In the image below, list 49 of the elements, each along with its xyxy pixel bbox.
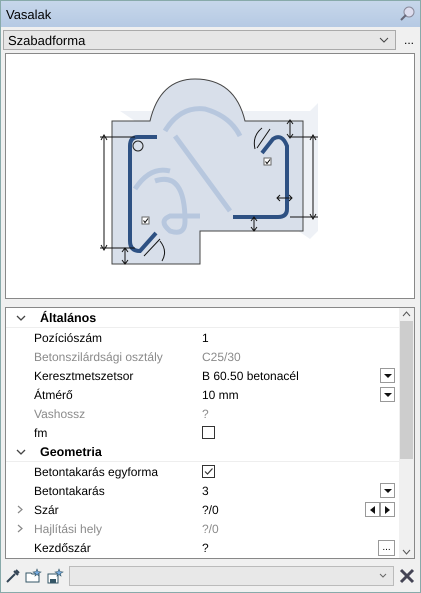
property-label: Kezdőszár: [34, 540, 92, 554]
property-label: Vashossz: [34, 406, 86, 420]
previous-button[interactable]: [365, 502, 380, 517]
caret-icon: [384, 488, 392, 492]
save-icon[interactable]: [47, 568, 65, 584]
property-value: ?: [202, 540, 209, 554]
caret-icon: [384, 374, 392, 378]
expand-chevron-icon[interactable]: [16, 505, 24, 514]
dropdown-button[interactable]: [380, 368, 395, 383]
property-label: Betontakarás egyforma: [34, 464, 160, 478]
scrollbar[interactable]: [399, 308, 414, 558]
section-title: Geometria: [40, 444, 102, 458]
property-label: fm: [34, 426, 48, 440]
section-title: Általános: [40, 310, 96, 324]
left-triangle-icon: [370, 506, 375, 514]
property-value: ?/0: [202, 522, 219, 536]
collapse-chevron-icon[interactable]: [16, 448, 26, 456]
shape-dropdown[interactable]: Szabadforma: [3, 30, 396, 50]
collapse-chevron-icon[interactable]: [16, 314, 26, 322]
chevron-down-icon: [379, 573, 387, 578]
property-label: Pozíciószám: [34, 330, 104, 344]
property-label: Betontakarás: [34, 484, 106, 498]
property-value: ?: [202, 406, 209, 420]
property-value: B 60.50 betonacél: [202, 368, 299, 382]
scroll-down-icon[interactable]: [402, 549, 411, 555]
property-value: 3: [202, 484, 209, 498]
checkbox[interactable]: [202, 426, 215, 439]
ellipsis-button[interactable]: ...: [378, 540, 395, 556]
property-label: Szár: [34, 502, 60, 516]
next-button[interactable]: [380, 502, 395, 517]
scroll-up-icon[interactable]: [402, 311, 411, 317]
open-folder-icon[interactable]: [25, 568, 43, 584]
dropdown-button[interactable]: [380, 483, 395, 498]
more-button[interactable]: ...: [402, 33, 416, 47]
eyedropper-icon[interactable]: [5, 568, 21, 584]
chevron-down-icon: [378, 37, 389, 43]
property-value: 1: [202, 330, 209, 344]
property-value: ?/0: [202, 502, 219, 516]
property-label: Hajlítási hely: [34, 522, 104, 536]
property-value: 10 mm: [202, 388, 239, 402]
right-triangle-icon: [385, 506, 390, 514]
checkbox[interactable]: [202, 465, 215, 478]
property-value: C25/30: [202, 350, 241, 364]
caret-icon: [384, 392, 392, 396]
property-label: Betonszilárdsági osztály: [34, 350, 164, 364]
property-label: Keresztmetszetsor: [34, 368, 134, 382]
dropdown-button[interactable]: [380, 387, 395, 402]
property-label: Átmérő: [34, 388, 74, 402]
window-title: Vasalak: [6, 6, 52, 22]
